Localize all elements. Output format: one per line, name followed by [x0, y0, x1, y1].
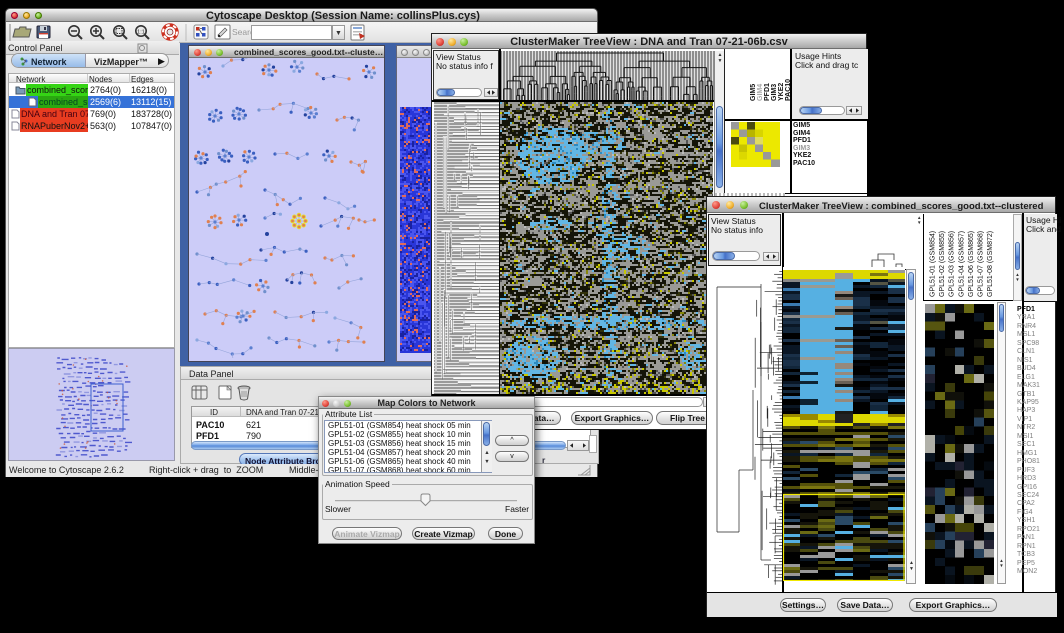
svg-text:YKE2: YKE2	[778, 83, 785, 101]
svg-text:GPL51-07 (GSM868): GPL51-07 (GSM868)	[978, 231, 985, 297]
svg-text:GPL51-01 (GSM854): GPL51-01 (GSM854)	[930, 231, 937, 297]
svg-text:1:1: 1:1	[137, 30, 145, 36]
svg-text:GPL51-03 (GSM856): GPL51-03 (GSM856)	[949, 231, 956, 297]
svg-text:GPL51-02 (GSM855): GPL51-02 (GSM855)	[939, 231, 946, 297]
svg-text:PFD1: PFD1	[764, 83, 771, 101]
svg-text:GPL51-08 (GSM872): GPL51-08 (GSM872)	[987, 231, 994, 297]
svg-text:GPL51-06 (GSM865): GPL51-06 (GSM865)	[968, 231, 975, 297]
svg-text:GIM4: GIM4	[757, 84, 764, 101]
svg-text:GIM3: GIM3	[771, 84, 778, 101]
svg-text:GPL51-04 (GSM857): GPL51-04 (GSM857)	[958, 231, 965, 297]
svg-text:GIM5: GIM5	[750, 84, 757, 101]
